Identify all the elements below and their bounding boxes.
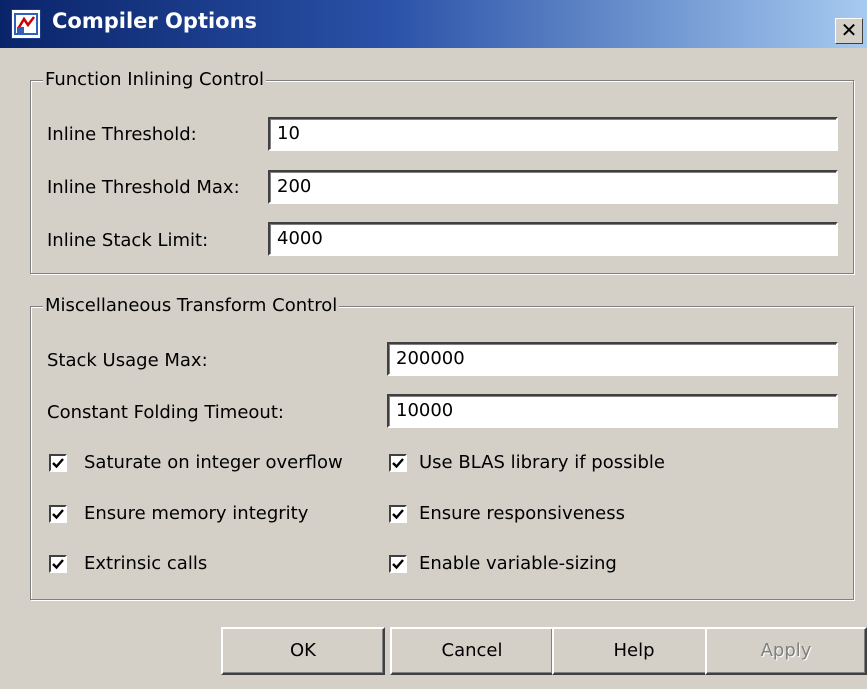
apply-button[interactable]: Apply <box>705 627 867 675</box>
ensure-memory-integrity-checkbox[interactable] <box>49 505 67 523</box>
inline-threshold-label: Inline Threshold: <box>47 124 197 145</box>
close-icon: ✕ <box>840 18 858 42</box>
ok-button[interactable]: OK <box>221 627 385 675</box>
checkmark-icon <box>52 559 64 570</box>
inline-stack-limit-input[interactable]: 4000 <box>268 222 838 256</box>
compiler-options-dialog: Compiler Options ✕ Function Inlining Con… <box>0 0 867 689</box>
stack-usage-max-label: Stack Usage Max: <box>47 350 208 371</box>
use-blas-label[interactable]: Use BLAS library if possible <box>419 452 665 473</box>
title-bar[interactable]: Compiler Options ✕ <box>0 0 867 48</box>
close-button[interactable]: ✕ <box>835 18 863 44</box>
checkmark-icon <box>392 559 404 570</box>
inline-threshold-max-label: Inline Threshold Max: <box>47 177 240 198</box>
inline-threshold-input[interactable]: 10 <box>268 117 838 151</box>
inline-threshold-max-input[interactable]: 200 <box>268 170 838 204</box>
function-inlining-legend: Function Inlining Control <box>43 69 267 90</box>
use-blas-checkbox[interactable] <box>389 454 407 472</box>
ensure-memory-integrity-label[interactable]: Ensure memory integrity <box>84 503 308 524</box>
stack-usage-max-input[interactable]: 200000 <box>387 342 838 376</box>
checkmark-icon <box>392 458 404 469</box>
saturate-overflow-checkbox[interactable] <box>49 454 67 472</box>
saturate-overflow-label[interactable]: Saturate on integer overflow <box>84 452 343 473</box>
enable-variable-sizing-label[interactable]: Enable variable-sizing <box>419 553 617 574</box>
window-title: Compiler Options <box>52 9 258 33</box>
checkmark-icon <box>52 458 64 469</box>
enable-variable-sizing-checkbox[interactable] <box>389 555 407 573</box>
compiler-app-icon <box>11 9 41 39</box>
cancel-button[interactable]: Cancel <box>390 627 554 675</box>
ensure-responsiveness-checkbox[interactable] <box>389 505 407 523</box>
extrinsic-calls-label[interactable]: Extrinsic calls <box>84 553 207 574</box>
constant-folding-timeout-input[interactable]: 10000 <box>387 394 838 428</box>
help-button[interactable]: Help <box>552 627 716 675</box>
inline-stack-limit-label: Inline Stack Limit: <box>47 230 209 251</box>
ensure-responsiveness-label[interactable]: Ensure responsiveness <box>419 503 625 524</box>
extrinsic-calls-checkbox[interactable] <box>49 555 67 573</box>
misc-transform-legend: Miscellaneous Transform Control <box>43 295 340 316</box>
constant-folding-timeout-label: Constant Folding Timeout: <box>47 402 284 423</box>
checkmark-icon <box>52 509 64 520</box>
checkmark-icon <box>392 509 404 520</box>
